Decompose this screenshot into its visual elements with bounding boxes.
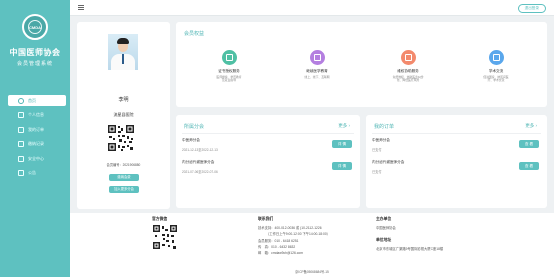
order-status: 已支付 — [372, 148, 382, 152]
benefit-title: 继续医学教育 — [306, 69, 328, 73]
sidebar-item-orders[interactable]: 我的订单 — [0, 124, 70, 135]
notice-icon — [18, 170, 24, 176]
sidebar-item-label: 公告 — [28, 170, 36, 175]
branch-period: 2021-07-06至2022-07-06 — [182, 170, 218, 174]
member-org: 流星县医院 — [113, 112, 134, 117]
benefit-desc: 免费维权、协助医患纠纷 化、降低医疗风险 — [392, 74, 424, 83]
benefit-certificate[interactable]: 证书授权服务 医师继续、学历教育 及就业指导 — [194, 50, 264, 83]
branches-title: 所属分会 — [184, 124, 205, 130]
sidebar-item-notice[interactable]: 公告 — [0, 168, 70, 179]
sidebar-item-payments[interactable]: 缴纳记录 — [0, 139, 70, 150]
sidebar-item-label: 缴纳记录 — [28, 141, 44, 146]
order-row: 内分泌代谢医师分会 已支付 查 看 — [372, 157, 541, 179]
orders-title: 我的订单 — [374, 124, 395, 130]
branch-name: 内分泌代谢医师分会 — [182, 160, 215, 164]
benefit-desc: 医师继续、学历教育 及就业指导 — [216, 74, 242, 83]
footer-contact-line: 会员服务：010 - 6418 6251 — [258, 239, 299, 243]
benefit-title: 维权协助服务 — [397, 69, 419, 73]
system-subtitle: 会员管理系统 — [16, 61, 53, 67]
order-view-button[interactable]: 查 看 — [519, 140, 539, 148]
branches-more-link[interactable]: 更多 › — [338, 123, 350, 129]
order-view-button[interactable]: 查 看 — [519, 162, 539, 170]
order-status: 已支付 — [372, 170, 382, 174]
branch-row: 内分泌代谢医师分会 2021-07-06至2022-07-06 详 情 — [182, 157, 354, 179]
certificate-icon — [221, 50, 237, 65]
footer-address-value: 北京市东城区广渠路9号国际影视大厦C座18楼 — [376, 247, 444, 251]
footer-contact-email: 邮 箱：cmdaw9ch@126.com — [258, 251, 303, 255]
order-name: 中医师分会 — [372, 138, 390, 142]
branch-detail-button[interactable]: 详 情 — [332, 140, 352, 148]
benefit-desc: 促进国家、地区间医 疗、学术交流 — [483, 74, 509, 83]
branch-detail-button[interactable]: 详 情 — [332, 162, 352, 170]
benefit-desc: 线上、线下、互联网 — [304, 74, 330, 79]
profile-card: 李明 流星县医院 会员编号：2021906880 缴纳会费 加入更多分会 — [77, 22, 170, 209]
order-icon — [18, 126, 24, 133]
footer: 官方微信 联系我们 技术支持：400-012-0036 或 (10-2112-1… — [70, 213, 554, 277]
menu-toggle-icon[interactable] — [78, 5, 84, 10]
footer-host-value: 中国医师协会 — [376, 226, 396, 230]
shield-icon — [18, 155, 24, 162]
payment-icon — [18, 141, 24, 147]
footer-wechat-title: 官方微信 — [152, 217, 168, 221]
member-id-label: 会员编号： — [106, 163, 123, 167]
order-name: 内分泌代谢医师分会 — [372, 160, 405, 164]
branch-period: 2021-12-13至2022-12-13 — [182, 148, 218, 152]
logo-text: CMDA — [28, 20, 42, 34]
join-branch-button[interactable]: 加入更多分会 — [109, 186, 139, 193]
sidebar-item-home[interactable]: 首页 — [8, 95, 66, 106]
sidebar-item-label: 安全中心 — [28, 155, 44, 161]
benefits-panel: 会员权益 证书授权服务 医师继续、学历教育 及就业指导 继续医学教育 线上、线下、… — [176, 22, 547, 107]
footer-address-title: 单位地址 — [376, 238, 392, 242]
sidebar-item-profile[interactable]: 个人信息 — [0, 110, 70, 121]
top-bar: 退出登录 — [70, 0, 554, 16]
sidebar: CMDA 中国医师协会 会员管理系统 首页 个人信息 我的订单 缴纳记录 安全中… — [0, 0, 70, 277]
branches-panel: 所属分会 更多 › 中医师分会 2021-12-13至2022-12-13 详 … — [176, 115, 360, 208]
education-icon — [309, 50, 325, 65]
exchange-icon — [488, 50, 504, 65]
member-id: 会员编号：2021906880 — [77, 162, 170, 167]
footer-contact-line: 传 真：010 - 6432 8632 — [258, 245, 296, 249]
member-name: 李明 — [118, 97, 129, 103]
org-name: 中国医师协会 — [9, 47, 61, 57]
sidebar-item-label: 个人信息 — [28, 112, 44, 117]
footer-contact-line: 技术支持：400-012-0036 或 (10-2112-1226 — [258, 226, 322, 230]
benefit-exchange[interactable]: 学术交流 促进国家、地区间医 疗、学术交流 — [461, 50, 531, 83]
orders-more-link[interactable]: 更多 › — [525, 123, 537, 129]
logo: CMDA — [22, 14, 48, 40]
footer-contact-title: 联系我们 — [258, 217, 274, 221]
benefit-protection[interactable]: 维权协助服务 免费维权、协助医患纠纷 化、降低医疗风险 — [373, 50, 443, 83]
branch-name: 中医师分会 — [182, 138, 200, 142]
benefit-education[interactable]: 继续医学教育 线上、线下、互联网 — [282, 50, 352, 79]
footer-host-title: 主办单位 — [376, 217, 392, 221]
pay-fee-button[interactable]: 缴纳会费 — [109, 174, 139, 181]
sidebar-item-security[interactable]: 安全中心 — [0, 153, 70, 164]
member-qr-code — [107, 124, 135, 152]
member-id-value: 2021906880 — [122, 163, 141, 167]
avatar — [108, 34, 138, 70]
benefit-title: 证书授权服务 — [218, 69, 240, 73]
logout-button[interactable]: 退出登录 — [517, 4, 546, 13]
wechat-qr-code — [152, 224, 178, 250]
benefit-title: 学术交流 — [488, 69, 504, 73]
sidebar-item-label: 首页 — [28, 97, 36, 103]
user-icon — [18, 112, 24, 118]
sidebar-item-label: 我的订单 — [28, 126, 44, 132]
benefits-title: 会员权益 — [184, 31, 205, 37]
branch-row: 中医师分会 2021-12-13至2022-12-13 详 情 — [182, 135, 354, 157]
sidebar-nav: 首页 个人信息 我的订单 缴纳记录 安全中心 公告 — [0, 95, 70, 182]
footer-contact-line: （工作日上午9:00-12:00 下午14:00-18:00） — [266, 232, 330, 236]
footer-copyright: 京ICP备05068684号-15 — [295, 270, 329, 274]
order-row: 中医师分会 已支付 查 看 — [372, 135, 541, 157]
protection-icon — [400, 50, 416, 65]
orders-panel: 我的订单 更多 › 中医师分会 已支付 查 看 内分泌代谢医师分会 已支付 查 … — [366, 115, 547, 208]
home-icon — [18, 97, 24, 104]
